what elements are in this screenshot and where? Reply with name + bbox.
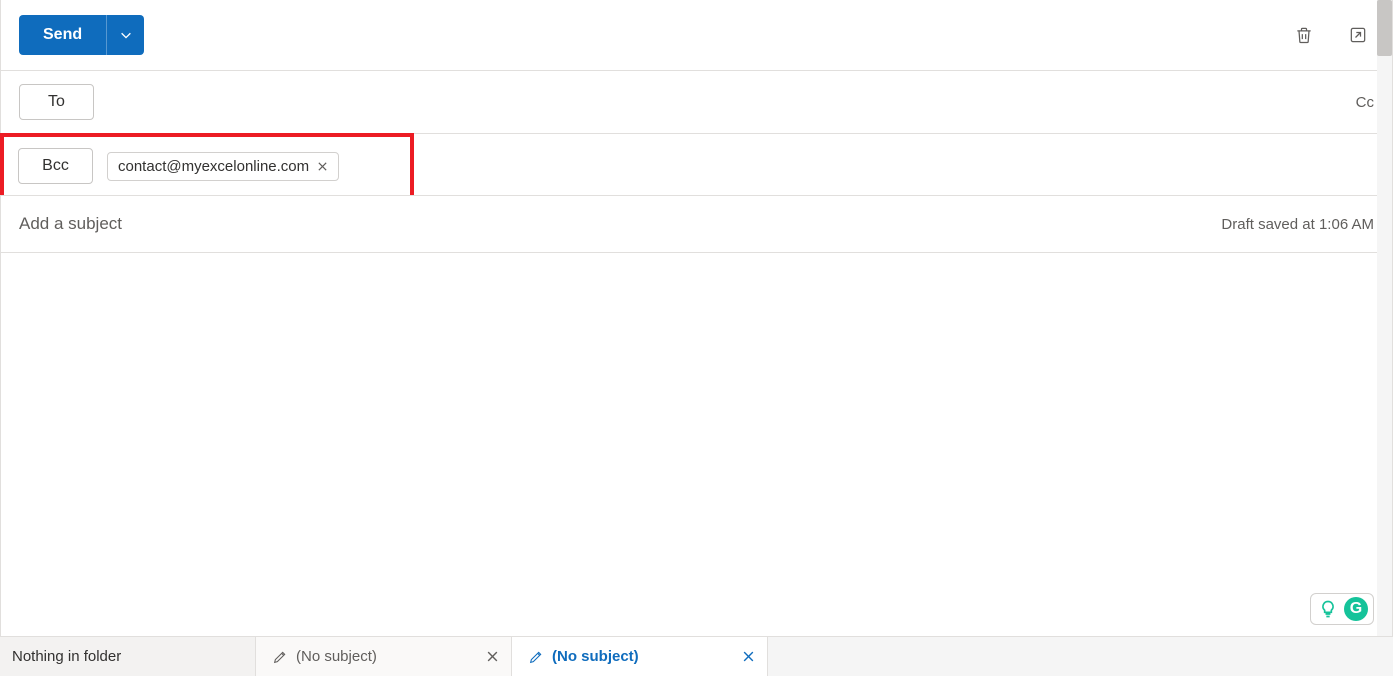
bottom-tabs: Nothing in folder (No subject) (No subje…	[0, 636, 1393, 676]
to-button[interactable]: To	[19, 84, 94, 120]
to-row[interactable]: To Cc	[1, 71, 1392, 134]
draft-tab-label: (No subject)	[296, 648, 377, 665]
pencil-icon	[272, 649, 288, 665]
remove-recipient-button[interactable]	[317, 161, 328, 172]
bcc-row[interactable]: Bcc contact@myexcelonline.com	[0, 133, 414, 195]
tabs-empty-area	[768, 637, 1393, 676]
draft-tab-2[interactable]: (No subject)	[512, 637, 768, 676]
folder-status-tab[interactable]: Nothing in folder	[0, 637, 256, 676]
draft-saved-status: Draft saved at 1:06 AM	[1221, 216, 1374, 233]
popout-icon	[1348, 25, 1368, 45]
bcc-button[interactable]: Bcc	[18, 148, 93, 184]
pencil-icon	[528, 649, 544, 665]
assistant-badge[interactable]: G	[1310, 593, 1374, 625]
lightbulb-icon	[1316, 597, 1340, 621]
trash-icon	[1294, 25, 1314, 45]
message-body[interactable]: G	[1, 253, 1392, 637]
send-button[interactable]: Send	[19, 15, 106, 55]
close-tab-button[interactable]	[742, 650, 755, 663]
close-tab-button[interactable]	[486, 650, 499, 663]
subject-input[interactable]	[19, 214, 1221, 234]
close-icon	[486, 650, 499, 663]
draft-tab-label: (No subject)	[552, 648, 639, 665]
discard-button[interactable]	[1288, 19, 1320, 51]
chevron-down-icon	[119, 28, 133, 42]
recipient-chip[interactable]: contact@myexcelonline.com	[107, 152, 339, 181]
send-options-dropdown[interactable]	[106, 15, 144, 55]
scrollbar-thumb[interactable]	[1377, 0, 1392, 56]
folder-status-text: Nothing in folder	[12, 648, 121, 665]
popout-button[interactable]	[1342, 19, 1374, 51]
recipient-email: contact@myexcelonline.com	[118, 158, 309, 175]
cc-toggle[interactable]: Cc	[1356, 94, 1374, 111]
grammarly-icon: G	[1344, 597, 1368, 621]
close-icon	[742, 650, 755, 663]
subject-row: Draft saved at 1:06 AM	[1, 196, 1392, 253]
compose-toolbar: Send	[1, 0, 1392, 71]
send-button-group: Send	[19, 15, 144, 55]
close-icon	[317, 161, 328, 172]
draft-tab-1[interactable]: (No subject)	[256, 637, 512, 676]
vertical-scrollbar[interactable]	[1377, 0, 1392, 637]
compose-window: Send To Cc Bcc contact@myexcelonline.com	[0, 0, 1393, 637]
